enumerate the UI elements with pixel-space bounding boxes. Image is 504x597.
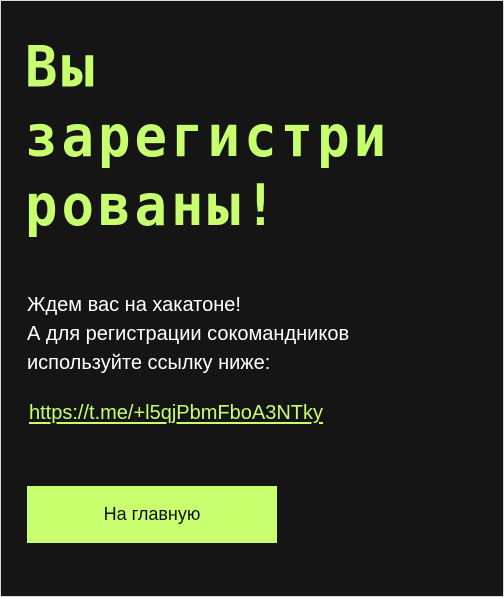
message-line-2: А для регистрации сокомандников	[27, 323, 350, 345]
message-line-3: используйте ссылку ниже:	[27, 352, 271, 374]
message-line-1: Ждем вас на хакатоне!	[27, 294, 241, 316]
title-line-3: рованы!	[25, 172, 281, 239]
home-button[interactable]: На главную	[27, 486, 277, 543]
teammate-invite-link[interactable]: https://t.me/+l5qjPbmFboA3NTky	[29, 399, 323, 427]
registration-success-card: Вы зарегистри рованы! Ждем вас на хакато…	[0, 0, 504, 597]
title-line-1: Вы	[25, 34, 99, 101]
title-line-2: зарегистри	[25, 103, 391, 170]
success-message: Ждем вас на хакатоне! А для регистрации …	[27, 291, 477, 378]
page-title: Вы зарегистри рованы!	[25, 33, 485, 241]
